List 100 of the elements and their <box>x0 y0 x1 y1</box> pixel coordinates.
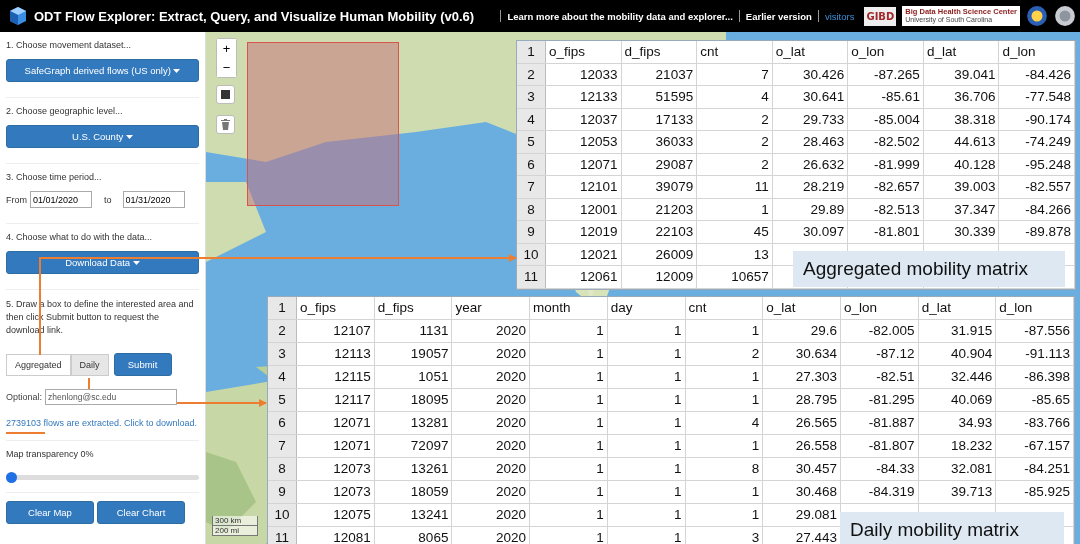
table-cell: 1 <box>607 389 686 411</box>
table-cell: 40.069 <box>918 389 997 411</box>
table-cell: 27.303 <box>763 366 841 388</box>
table-cell: 32.081 <box>918 458 997 480</box>
column-header: o_lat <box>772 41 849 63</box>
table-cell: -84.426 <box>999 63 1076 85</box>
zoom-out-button[interactable]: − <box>217 58 236 77</box>
table-cell: 12037 <box>546 108 622 130</box>
table-cell: 21037 <box>621 63 698 85</box>
table-cell: -87.12 <box>840 343 919 365</box>
table-cell: 29087 <box>621 153 698 175</box>
table-cell: 2020 <box>452 504 531 526</box>
toggle-button[interactable]: Aggregated <box>6 353 71 376</box>
table-cell: 13261 <box>374 458 453 480</box>
column-header: d_lat <box>923 41 1000 63</box>
table-cell: 11 <box>697 176 773 198</box>
table-cell: 12073 <box>297 458 375 480</box>
table-cell: 51595 <box>621 86 698 108</box>
table-cell: 13281 <box>374 412 453 434</box>
gibd-logo[interactable]: GIBD <box>864 6 897 26</box>
table-cell: -74.249 <box>999 131 1076 153</box>
table-cell: 12053 <box>546 131 622 153</box>
download-link[interactable]: 2739103 flows are extracted. Click to download. <box>6 418 199 428</box>
table-cell: -81.807 <box>840 435 919 457</box>
from-label: From <box>6 194 27 205</box>
highlight-underline <box>5 432 46 434</box>
dropdown-button[interactable]: SafeGraph derived flows (US only) <box>6 59 199 82</box>
column-header: o_lon <box>840 297 919 319</box>
column-header: month <box>530 297 608 319</box>
toggle-button[interactable]: Daily <box>70 353 109 376</box>
header-link[interactable]: Learn more about the mobility data and explorer... <box>507 10 733 22</box>
table-cell: -82.005 <box>840 320 919 342</box>
table-cell: 29.6 <box>763 320 841 342</box>
transparency-slider[interactable] <box>6 475 199 480</box>
table-cell: 1 <box>685 320 764 342</box>
row-number: 8 <box>517 198 546 220</box>
to-label: to <box>104 194 112 205</box>
table-cell: -85.925 <box>996 481 1075 503</box>
email-field[interactable]: zhenlong@sc.edu <box>45 389 178 405</box>
clear-button[interactable]: Clear Chart <box>97 501 185 524</box>
step-label: 2. Choose geographic level... <box>6 106 124 116</box>
table-cell: 13241 <box>374 504 453 526</box>
table-cell: -82.513 <box>848 198 924 220</box>
table-cell: 40.904 <box>918 343 997 365</box>
table-cell: 29.733 <box>772 108 849 130</box>
seal-logo-icon[interactable] <box>1054 5 1076 27</box>
dropdown-button[interactable]: U.S. County <box>6 125 199 148</box>
table-cell: 12075 <box>297 504 375 526</box>
column-header: d_lon <box>996 297 1075 319</box>
table-cell: 1 <box>607 504 686 526</box>
table-cell: 32.446 <box>918 366 997 388</box>
table-cell: 1 <box>607 343 686 365</box>
header-link[interactable]: Earlier version <box>745 10 812 22</box>
submit-button[interactable]: Submit <box>113 353 172 376</box>
table-cell: 36033 <box>621 131 698 153</box>
header-link[interactable]: visitors <box>824 10 855 22</box>
table-cell: 12071 <box>297 435 375 457</box>
table-cell: 2020 <box>452 458 531 480</box>
table-cell: 4 <box>697 86 773 108</box>
date-field[interactable]: 01/01/2020 <box>30 191 92 208</box>
row-number: 5 <box>268 389 297 411</box>
row-number: 11 <box>517 266 546 288</box>
column-header: cnt <box>685 297 764 319</box>
table-cell: 1 <box>685 389 764 411</box>
date-field[interactable]: 01/31/2020 <box>122 191 185 208</box>
table-cell: 30.468 <box>763 481 841 503</box>
table-cell: 1 <box>607 527 686 544</box>
zoom-in-button[interactable]: + <box>217 39 236 58</box>
seal-logo-icon[interactable] <box>1026 5 1048 27</box>
table-cell: 1 <box>607 481 686 503</box>
table-cell: 12009 <box>621 266 698 288</box>
dropdown-button[interactable]: Download Data <box>6 251 199 274</box>
table-cell: 26.558 <box>763 435 841 457</box>
table-cell: 1 <box>685 481 764 503</box>
table-cell: -82.557 <box>999 176 1076 198</box>
table-cell: 1 <box>530 320 608 342</box>
table-cell: -81.801 <box>848 221 924 243</box>
table-cell: -81.295 <box>840 389 919 411</box>
table-cell: 1 <box>607 412 686 434</box>
table-cell: 18.232 <box>918 435 997 457</box>
draw-rectangle-button[interactable] <box>216 85 235 104</box>
row-number: 10 <box>268 504 297 526</box>
square-icon <box>221 90 230 99</box>
clear-button[interactable]: Clear Map <box>6 501 94 524</box>
table-cell: 2020 <box>452 320 531 342</box>
table-cell: 30.641 <box>772 86 849 108</box>
row-number: 6 <box>268 412 297 434</box>
table-cell: 21203 <box>621 198 698 220</box>
table-cell: -89.878 <box>999 221 1076 243</box>
optional-label: Optional: <box>6 392 43 402</box>
table-cell: -81.887 <box>840 412 919 434</box>
table-cell: -82.657 <box>848 176 924 198</box>
table-cell: 2020 <box>452 412 531 434</box>
table-cell: -87.265 <box>848 63 924 85</box>
column-header: year <box>452 297 531 319</box>
table-cell: 2 <box>697 131 773 153</box>
delete-button[interactable] <box>216 115 235 134</box>
column-header: d_fips <box>621 41 698 63</box>
table-cell: 2020 <box>452 481 531 503</box>
table-cell: 2020 <box>452 527 531 544</box>
